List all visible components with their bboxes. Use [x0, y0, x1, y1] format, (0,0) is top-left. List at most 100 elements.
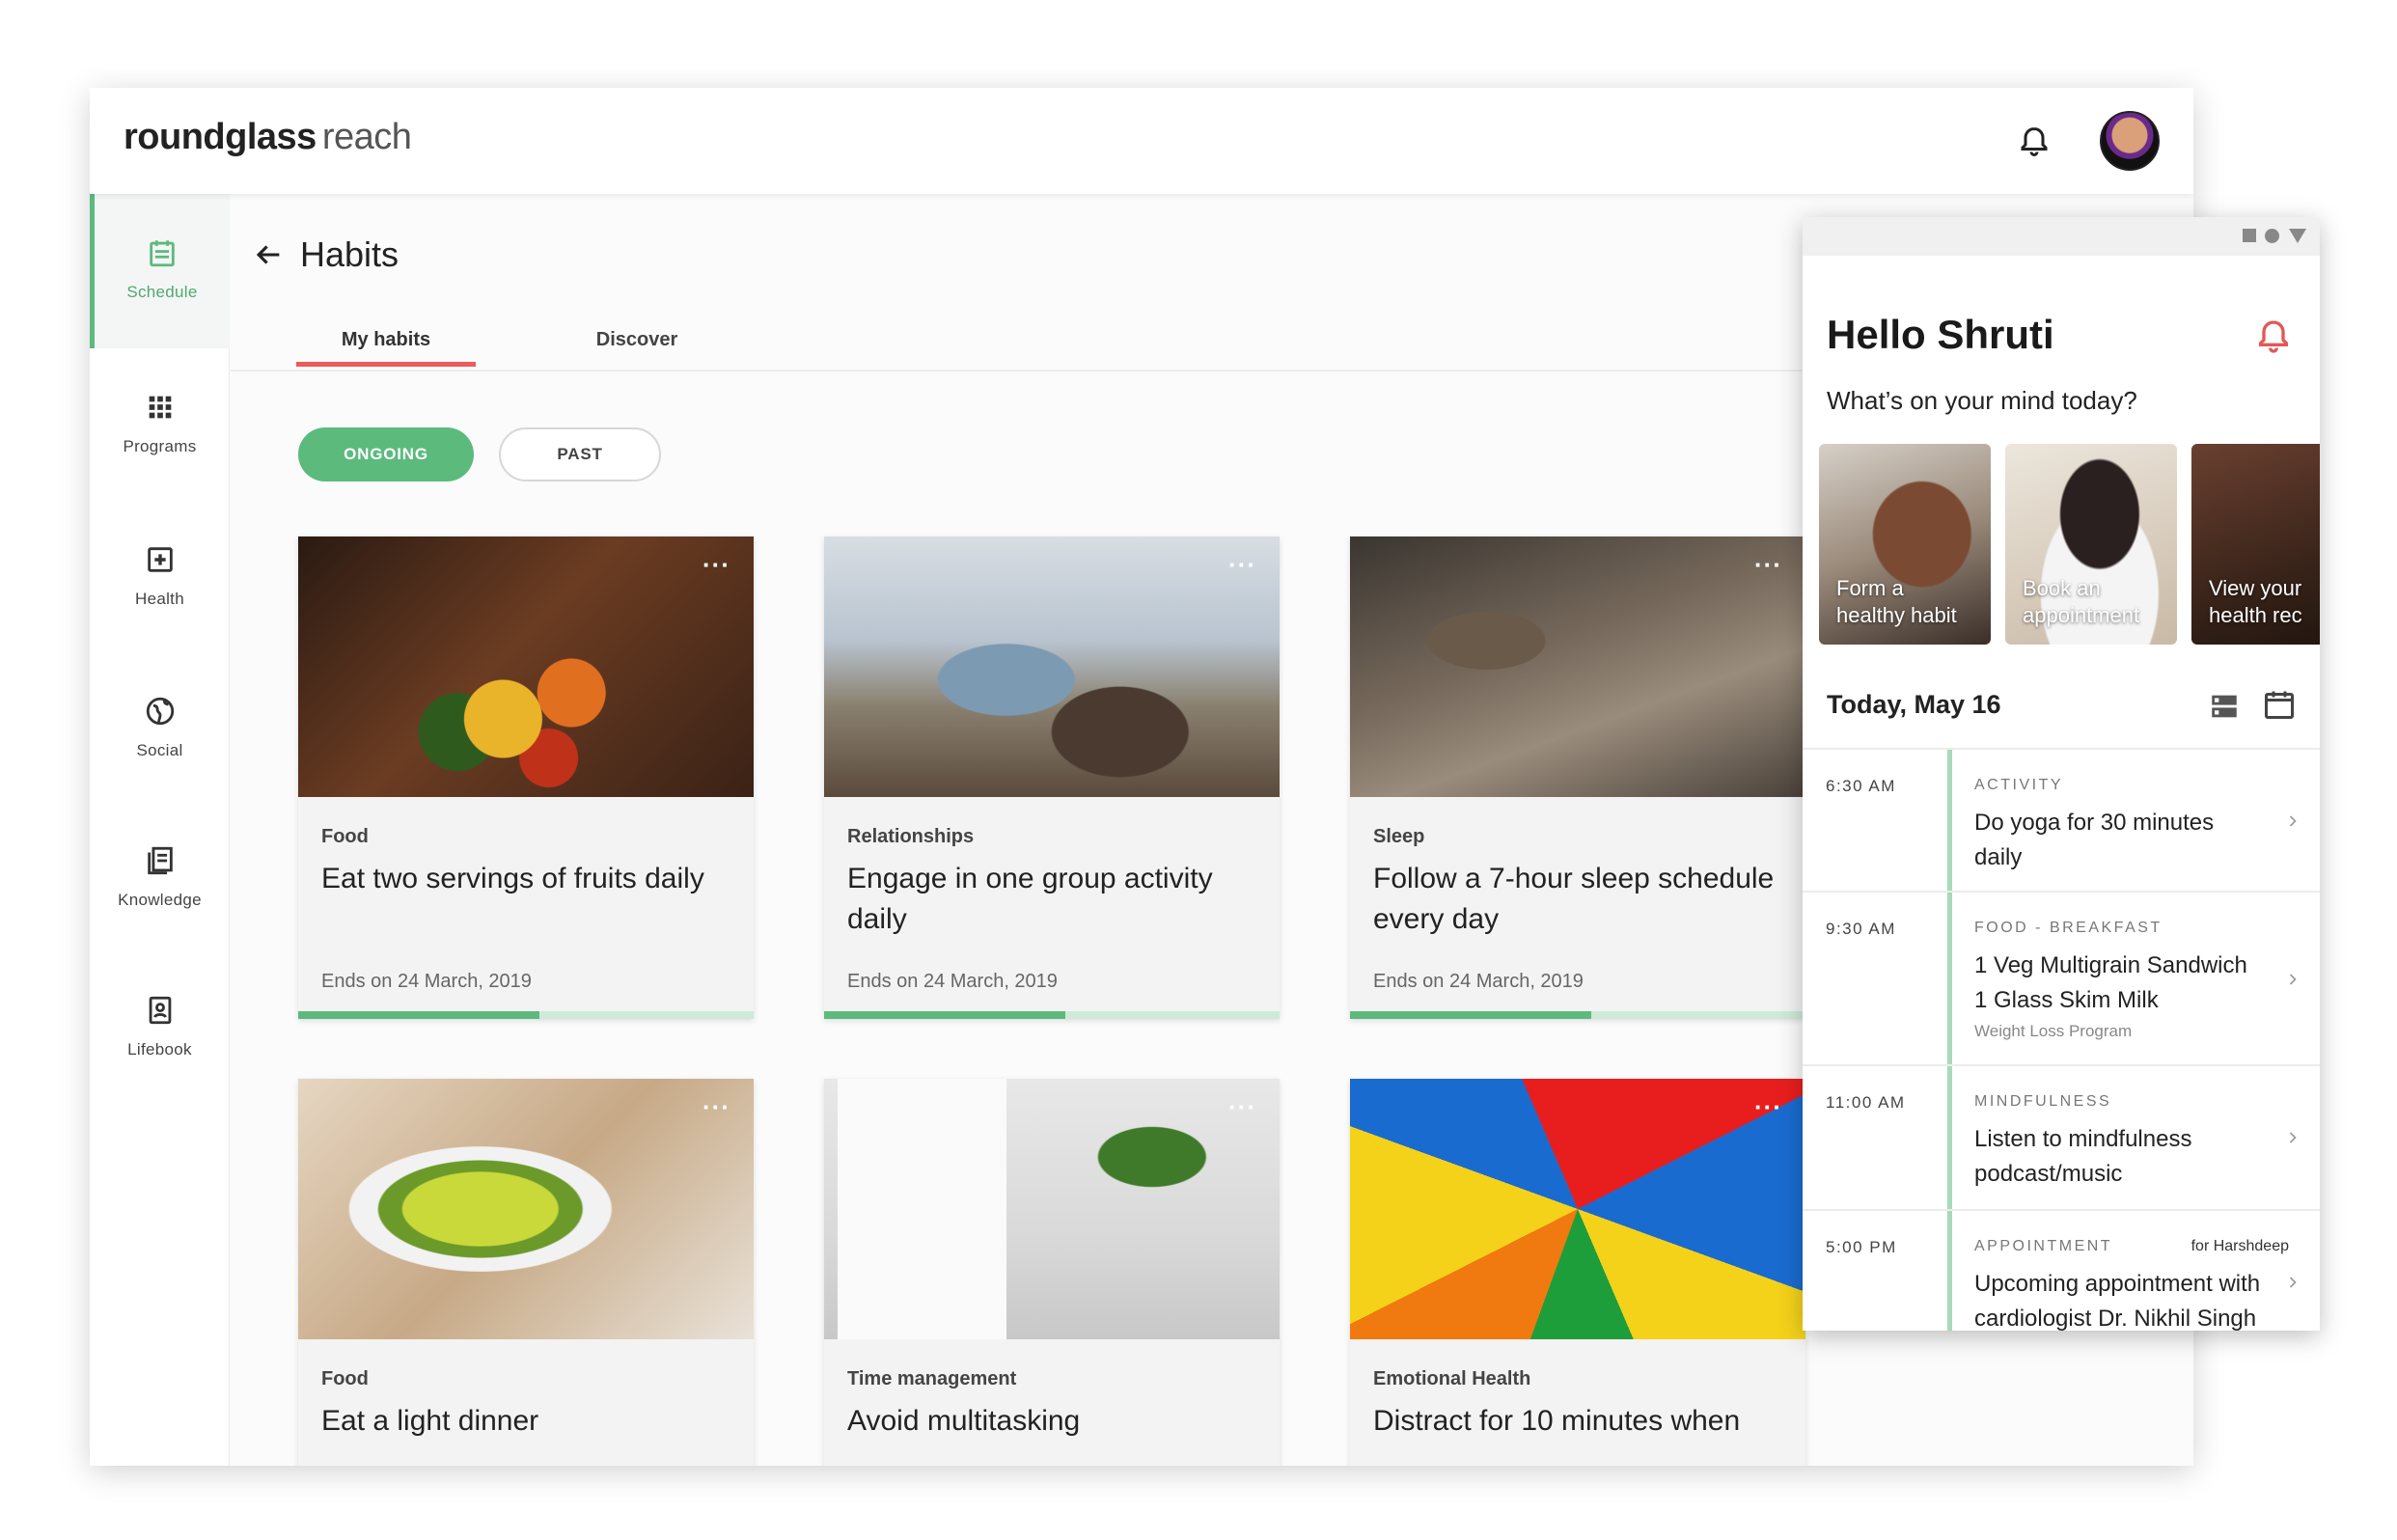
top-bar: roundglass reach	[90, 88, 2193, 194]
home-icon	[2265, 229, 2279, 243]
more-options-icon[interactable]: ···	[1228, 1094, 1256, 1119]
logo-brand: roundglass	[124, 117, 317, 157]
schedule-desc: Upcoming appointment with cardiologist D…	[1974, 1271, 2261, 1331]
timeline-bar	[1947, 750, 1952, 891]
timeline-bar	[1947, 1066, 1952, 1209]
sidebar-item-label: Programs	[123, 437, 197, 455]
card-end-date: Ends on 24 March, 2019	[321, 971, 532, 992]
more-options-icon[interactable]: ···	[1754, 1094, 1782, 1119]
quick-action-card[interactable]: Form a healthy habit	[1819, 444, 1991, 645]
habit-card[interactable]: ··· Emotional Health Distract for 10 min…	[1350, 1079, 1805, 1466]
schedule-row[interactable]: 6:30 AM ACTIVITY Do yoga for 30 minutes …	[1803, 750, 2320, 893]
prompt-text: What’s on your mind today?	[1827, 386, 2137, 415]
user-avatar[interactable]	[2100, 111, 2160, 171]
mobile-preview: Hello Shruti What’s on your mind today? …	[1803, 217, 2320, 1331]
list-view-icon[interactable]	[2208, 690, 2241, 723]
card-title: Distract for 10 minutes when	[1373, 1405, 1741, 1437]
timeline-bar	[1947, 1211, 1952, 1331]
active-tab-indicator	[296, 362, 476, 367]
past-filter-button[interactable]: PAST	[499, 427, 661, 481]
quick-action-label: Form a healthy habit	[1836, 576, 1957, 627]
plus-box-icon	[147, 547, 173, 572]
chevron-right-icon[interactable]	[2283, 1271, 2302, 1294]
card-title: Eat a light dinner	[321, 1405, 539, 1437]
back-arrow-icon[interactable]	[252, 238, 285, 271]
card-title: Engage in one group activity daily	[847, 863, 1213, 935]
more-options-icon[interactable]: ···	[1754, 552, 1782, 577]
quick-action-card[interactable]: View your health rec	[2191, 444, 2320, 645]
schedule-program: Weight Loss Program	[1974, 1022, 2133, 1040]
notification-bell-icon[interactable]	[2017, 124, 2052, 159]
card-category: Sleep	[1373, 826, 1425, 847]
quick-action-card[interactable]: Book an appointment	[2005, 444, 2177, 645]
card-category: Food	[321, 826, 369, 847]
card-image	[1350, 536, 1805, 797]
notification-bell-icon[interactable]	[2254, 317, 2293, 356]
sidebar-item-programs[interactable]: Programs	[90, 348, 230, 503]
sidebar-item-label: Health	[135, 590, 184, 608]
more-options-icon[interactable]: ···	[1228, 552, 1256, 577]
quick-action-label: View your health rec	[2209, 576, 2302, 627]
chevron-right-icon[interactable]	[2283, 968, 2302, 991]
sidebar-item-schedule[interactable]: Schedule	[90, 194, 230, 348]
schedule-kind: ACTIVITY	[1974, 777, 2064, 793]
schedule-kind: APPOINTMENT	[1974, 1238, 2113, 1254]
grid-icon	[149, 396, 171, 419]
schedule-row[interactable]: 9:30 AM FOOD - BREAKFAST 1 Veg Multigrai…	[1803, 893, 2320, 1066]
card-title: Avoid multitasking	[847, 1405, 1081, 1437]
progress-bar	[824, 1011, 1066, 1019]
habit-card[interactable]: ··· Sleep Follow a 7-hour sleep schedule…	[1350, 536, 1805, 1019]
schedule-row[interactable]: 11:00 AM MINDFULNESS Listen to mindfulne…	[1803, 1066, 2320, 1211]
sidebar-item-label: Schedule	[126, 283, 198, 301]
schedule-kind: FOOD - BREAKFAST	[1974, 920, 2163, 936]
habit-card[interactable]: ··· Food Eat two servings of fruits dail…	[298, 536, 754, 1019]
calendar-icon[interactable]	[2262, 687, 2297, 722]
card-image	[298, 1079, 754, 1339]
status-bar	[1803, 217, 2320, 256]
tab-discover[interactable]: Discover	[547, 329, 727, 351]
schedule-time: 9:30 AM	[1826, 920, 1896, 938]
sidebar-item-label: Knowledge	[118, 891, 202, 909]
schedule-desc: Listen to mindfulness podcast/music	[1974, 1126, 2192, 1187]
sidebar-item-health[interactable]: Health	[90, 501, 230, 655]
card-title: Follow a 7-hour sleep schedule every day	[1373, 863, 1775, 935]
timeline-bar	[1947, 893, 1952, 1064]
progress-bar	[1350, 1011, 1592, 1019]
chevron-right-icon[interactable]	[2283, 810, 2302, 833]
progress-bar	[298, 1011, 540, 1019]
card-category: Time management	[847, 1368, 1017, 1389]
card-title: Eat two servings of fruits daily	[321, 863, 704, 894]
card-category: Relationships	[847, 826, 975, 847]
tab-my-habits[interactable]: My habits	[296, 329, 476, 351]
chevron-right-icon[interactable]	[2283, 1126, 2302, 1149]
globe-icon	[146, 697, 174, 726]
card-category: Food	[321, 1368, 369, 1389]
schedule-time: 11:00 AM	[1826, 1093, 1906, 1112]
schedule-kind: MINDFULNESS	[1974, 1093, 2112, 1110]
quick-action-label: Book an appointment	[2023, 576, 2140, 627]
book-icon	[147, 846, 173, 875]
sidebar-item-label: Lifebook	[127, 1040, 192, 1059]
sidebar-item-label: Social	[136, 741, 183, 759]
card-image	[1350, 1079, 1805, 1339]
more-options-icon[interactable]: ···	[703, 552, 730, 577]
calendar-icon	[150, 240, 175, 267]
schedule-desc: Do yoga for 30 minutes daily	[1974, 810, 2215, 870]
habit-card[interactable]: ··· Relationships Engage in one group ac…	[824, 536, 1280, 1019]
sidebar-item-knowledge[interactable]: Knowledge	[90, 802, 230, 956]
habit-card[interactable]: ··· Food Eat a light dinner	[298, 1079, 754, 1466]
card-end-date: Ends on 24 March, 2019	[1373, 971, 1584, 992]
sidebar-item-social[interactable]: Social	[90, 652, 230, 807]
card-end-date: Ends on 24 March, 2019	[847, 971, 1058, 992]
schedule-desc: 1 Veg Multigrain Sandwich 1 Glass Skim M…	[1974, 952, 2247, 1013]
more-options-icon[interactable]: ···	[703, 1094, 730, 1119]
sidebar-item-lifebook[interactable]: Lifebook	[90, 951, 230, 1106]
habit-card[interactable]: ··· Time management Avoid multitasking	[824, 1079, 1280, 1466]
sidebar: Schedule Programs Health Social Knowledg…	[90, 194, 230, 1466]
today-date: Today, May 16	[1827, 690, 2001, 719]
logo[interactable]: roundglass reach	[124, 117, 412, 158]
recent-apps-icon	[2243, 229, 2256, 242]
schedule-time: 6:30 AM	[1826, 777, 1896, 795]
schedule-row[interactable]: 5:00 PM APPOINTMENT for Harshdeep Upcomi…	[1803, 1211, 2320, 1331]
ongoing-filter-button[interactable]: ONGOING	[298, 427, 474, 481]
